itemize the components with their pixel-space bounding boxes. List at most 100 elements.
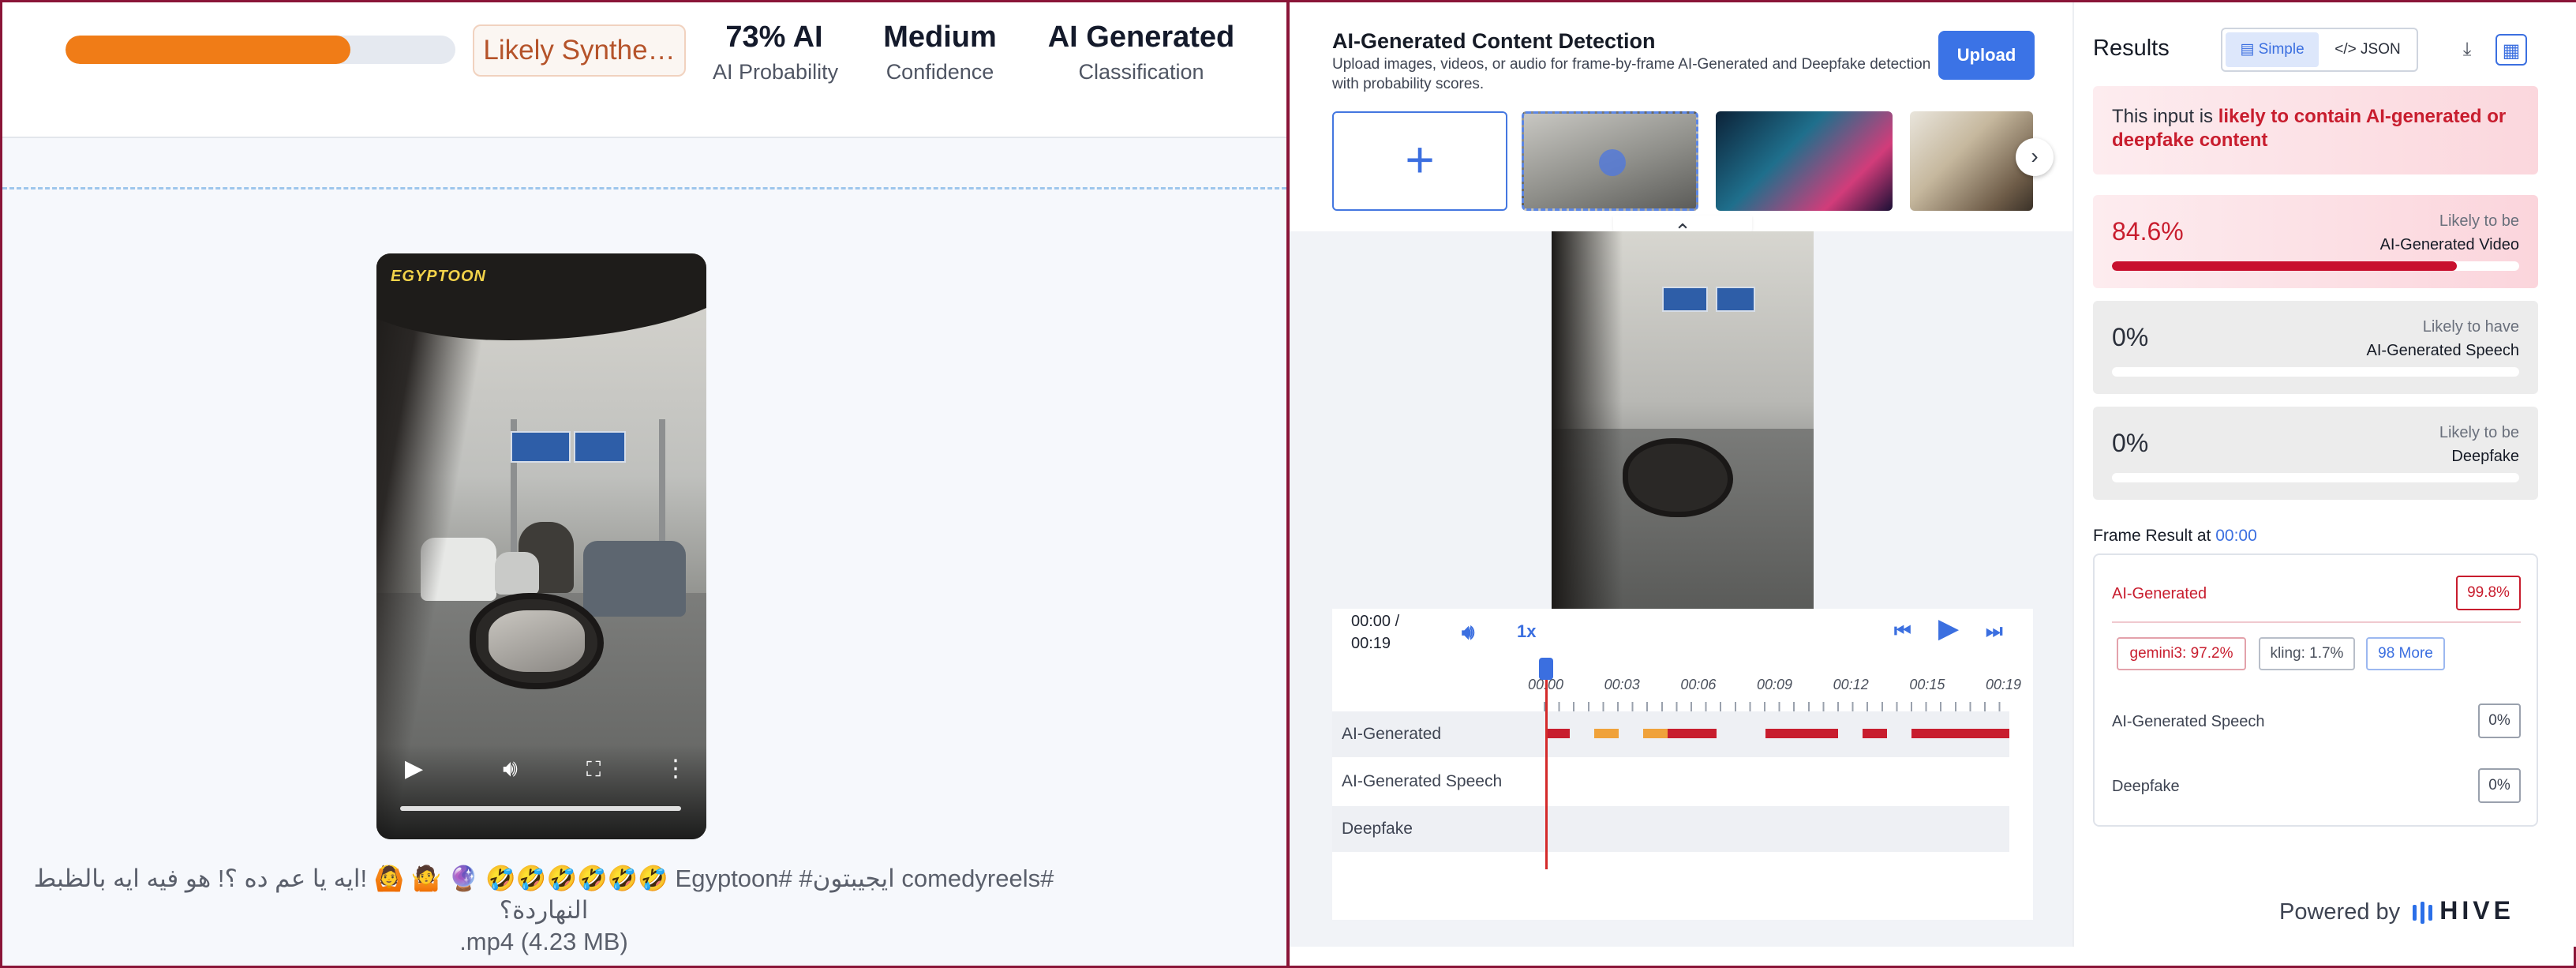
duration: 00:19 <box>1351 635 1391 652</box>
results-sidebar: Results ▤ Simple </> JSON ⤓ ▦ This input… <box>2072 2 2576 947</box>
video-watermark: EGYPTOON <box>391 268 486 285</box>
video-progress-track[interactable] <box>400 806 681 811</box>
frame-result-title: Frame Result at 00:00 <box>2093 527 2257 546</box>
stat-value: 73% AI <box>725 21 823 54</box>
detection-segment[interactable] <box>1545 729 1570 738</box>
alert-prefix: This input is <box>2112 106 2218 127</box>
frame-row-label: Deepfake <box>2112 778 2180 795</box>
powered-by: Powered by HIVE <box>2279 895 2514 928</box>
score-value: 0% <box>2112 323 2149 351</box>
summary-bar: Likely Synthe… 73% AI AI Probability Med… <box>2 2 1286 138</box>
score-line1: Likely to be <box>2439 212 2519 230</box>
score-line1: Likely to be <box>2439 424 2519 441</box>
playhead[interactable] <box>1545 673 1548 869</box>
score-value: 84.6% <box>2112 217 2184 246</box>
play-icon <box>1599 149 1626 176</box>
score-value: 0% <box>2112 429 2149 457</box>
score-bar <box>2112 473 2519 482</box>
frame-row-value: 0% <box>2478 703 2521 738</box>
timeline-row-label: AI-Generated Speech <box>1342 772 1503 790</box>
stat-classification: AI Generated Classification <box>1043 17 1240 86</box>
detection-segment[interactable] <box>1667 729 1717 738</box>
ruler-tick-label: 00:09 <box>1757 677 1793 692</box>
drop-zone-divider <box>2 187 1286 189</box>
playback-speed-button[interactable]: 1x <box>1517 620 1536 643</box>
side-mirror <box>470 593 604 689</box>
timeline-row-deepfake: Deepfake <box>1332 806 2009 852</box>
brand-name: HIVE <box>2439 896 2514 925</box>
video-controls: ▶ 🔊︎ ⛶ ⋮ <box>376 745 706 839</box>
stat-value: AI Generated <box>1047 21 1235 54</box>
time-display: 00:00 / 00:19 <box>1351 609 1438 656</box>
playhead-handle[interactable] <box>1539 658 1553 680</box>
divider <box>2112 621 2521 623</box>
video-player[interactable]: EGYPTOON ▶ 🔊︎ ⛶ ⋮ <box>376 253 706 839</box>
skip-forward-icon[interactable]: ⏭ <box>1986 620 2003 643</box>
ruler-tick-label: 00:06 <box>1680 677 1717 692</box>
media-thumbnail[interactable] <box>1716 111 1893 211</box>
stat-confidence: Medium Confidence <box>874 17 1006 86</box>
detection-segment[interactable] <box>1642 729 1668 738</box>
simple-view-icon: ▤ <box>2240 41 2259 58</box>
score-bar <box>2112 367 2519 377</box>
current-time: 00:00 / <box>1351 613 1400 630</box>
score-card-deepfake: 0% Likely to be Deepfake <box>2093 407 2538 500</box>
detection-segment[interactable] <box>1863 729 1888 738</box>
upload-button[interactable]: Upload <box>1938 31 2035 80</box>
hive-logo-icon <box>2413 902 2433 925</box>
volume-icon[interactable]: 🔊︎ <box>503 757 518 781</box>
score-line2: Deepfake <box>2451 448 2519 465</box>
score-card-ai-speech: 0% Likely to have AI-Generated Speech <box>2093 301 2538 394</box>
media-preview <box>1552 231 1814 609</box>
stat-label: Classification <box>1078 60 1204 84</box>
frame-result-time[interactable]: 00:00 <box>2215 527 2257 545</box>
toggle-simple[interactable]: ▤ Simple <box>2226 32 2319 67</box>
results-title: Results <box>2093 36 2170 61</box>
play-icon[interactable]: ▶ <box>1938 615 1959 642</box>
skip-back-icon[interactable]: ⏮ <box>1894 620 1911 643</box>
stat-label: AI Probability <box>713 60 839 84</box>
layout-icon[interactable]: ▦ <box>2496 34 2527 66</box>
score-fill <box>2112 261 2457 271</box>
preview-sign <box>1716 287 1755 312</box>
file-name: #comedyreels ايجيبتون# #Egyptoon 🤣🤣🤣🤣🤣🤣 … <box>33 865 1054 924</box>
file-size: .mp4 (4.23 MB) <box>459 928 628 955</box>
stat-value: Medium <box>883 21 997 54</box>
more-models-button[interactable]: 98 More <box>2366 637 2445 670</box>
verdict-alert: This input is likely to contain AI-gener… <box>2093 86 2538 174</box>
verdict-badge: Likely Synthe… <box>473 24 686 77</box>
detection-segment[interactable] <box>1765 729 1839 738</box>
volume-icon[interactable]: 🔊︎ <box>1462 620 1474 643</box>
media-thumbnail[interactable] <box>1910 111 2033 211</box>
model-chip[interactable]: kling: 1.7% <box>2259 637 2355 670</box>
download-icon[interactable]: ⤓ <box>2451 34 2483 66</box>
timeline-ruler[interactable]: 00:0000:0300:0600:0900:1200:1500:19 <box>1528 672 2021 716</box>
frame-row-value: 0% <box>2478 768 2521 803</box>
fullscreen-icon[interactable]: ⛶ <box>586 757 601 781</box>
score-bar <box>2112 261 2519 271</box>
analysis-summary-pane: Likely Synthe… 73% AI AI Probability Med… <box>0 0 1288 968</box>
detector-main: AI-Generated Content Detection Upload im… <box>1290 2 2072 947</box>
toggle-simple-label: Simple <box>2258 41 2305 58</box>
frame-result-panel: AI-Generated 99.8% gemini3: 97.2% kling:… <box>2093 553 2538 827</box>
more-options-icon[interactable]: ⋮ <box>664 757 687 781</box>
chevron-right-icon[interactable]: › <box>2016 138 2054 176</box>
score-description: Likely to be Deepfake <box>2439 421 2519 468</box>
preview-sign <box>1662 287 1708 312</box>
frame-row-value: 99.8% <box>2456 576 2521 610</box>
detection-segment[interactable] <box>1593 729 1619 738</box>
file-caption: #comedyreels ايجيبتون# #Egyptoon 🤣🤣🤣🤣🤣🤣 … <box>2 863 1085 958</box>
toggle-json[interactable]: </> JSON <box>2320 32 2415 67</box>
frame-row-label: AI-Generated Speech <box>2112 713 2265 730</box>
detection-segment[interactable] <box>1911 729 2009 738</box>
score-card-ai-video: 84.6% Likely to be AI-Generated Video <box>2093 195 2538 288</box>
add-media-button[interactable]: + <box>1332 111 1507 211</box>
stat-ai-probability: 73% AI AI Probability <box>713 17 839 86</box>
ai-probability-fill <box>66 36 350 64</box>
page-title: AI-Generated Content Detection <box>1332 29 1656 53</box>
ruler-tick-label: 00:19 <box>1986 677 2022 692</box>
media-thumbnail-selected[interactable] <box>1522 111 1698 211</box>
preview-window-frame <box>1552 231 1623 609</box>
model-chip[interactable]: gemini3: 97.2% <box>2117 637 2246 670</box>
play-icon[interactable]: ▶ <box>405 757 423 781</box>
